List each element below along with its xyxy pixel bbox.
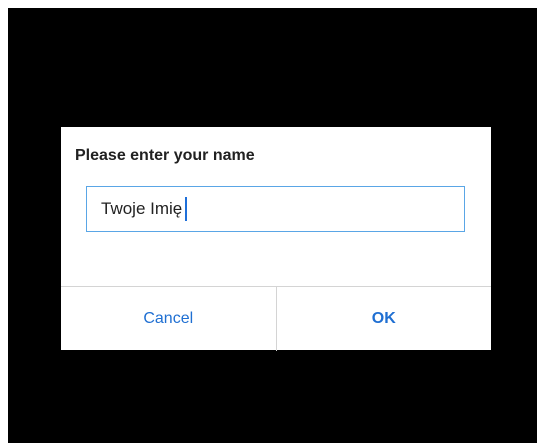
ok-button[interactable]: OK — [277, 287, 492, 351]
text-cursor — [185, 197, 188, 221]
cancel-button[interactable]: Cancel — [61, 287, 277, 351]
dialog-button-bar: Cancel OK — [61, 286, 491, 351]
name-input[interactable]: Twoje Imię — [86, 186, 465, 232]
dialog-title: Please enter your name — [75, 147, 255, 164]
name-prompt-dialog: Please enter your name Twoje Imię Cancel… — [61, 127, 491, 351]
backdrop: Please enter your name Twoje Imię Cancel… — [8, 8, 537, 443]
name-input-value: Twoje Imię — [101, 199, 183, 218]
